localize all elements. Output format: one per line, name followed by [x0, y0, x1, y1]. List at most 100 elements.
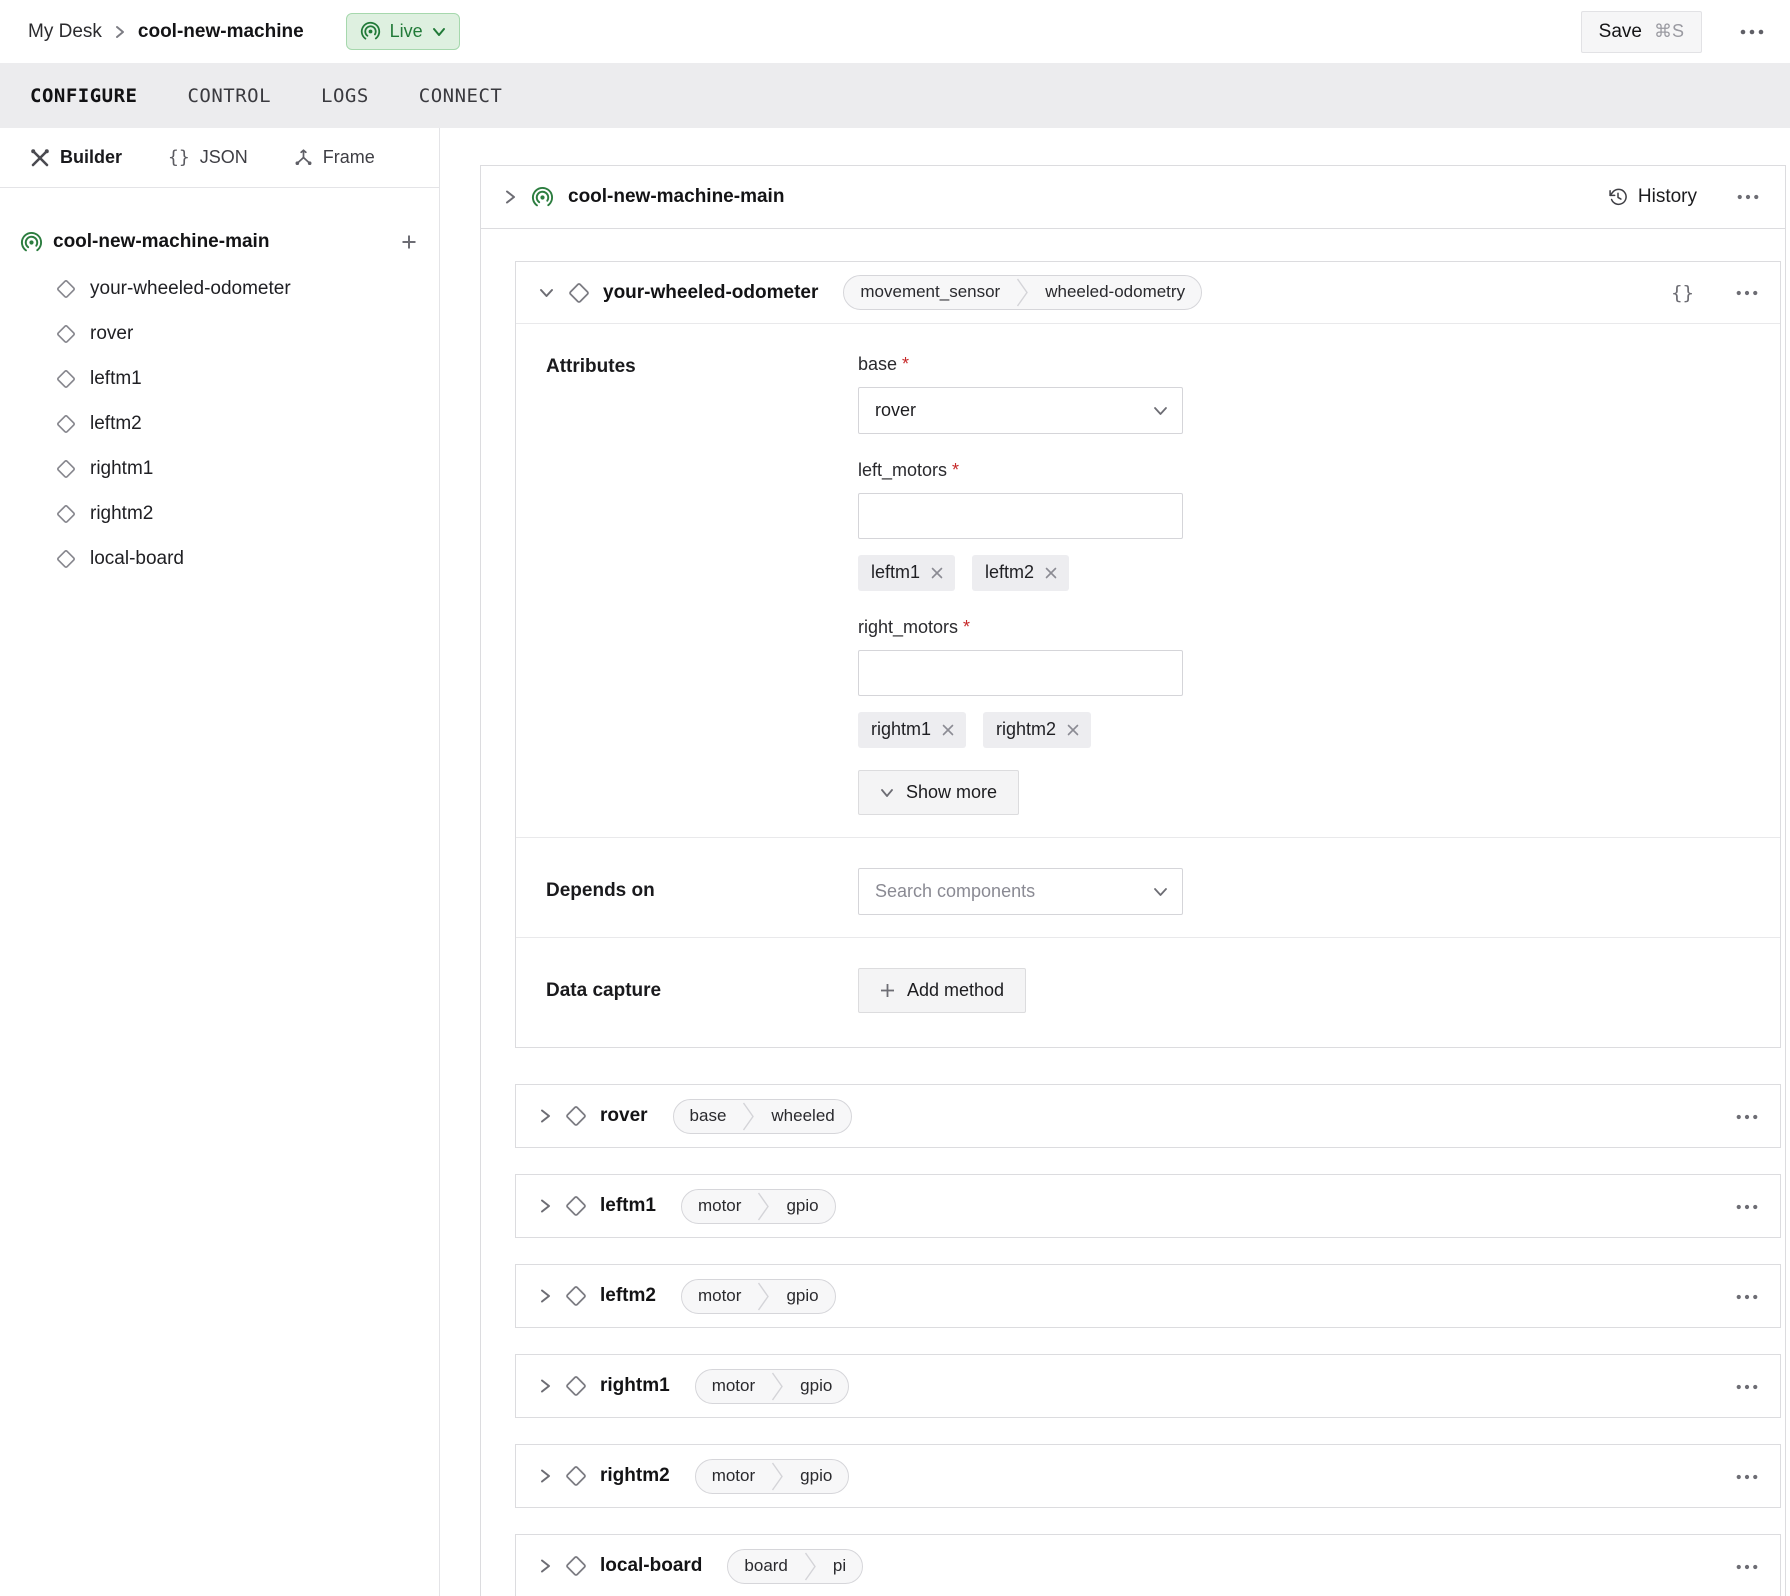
pill-separator-icon — [742, 1101, 755, 1132]
save-button[interactable]: Save ⌘S — [1581, 11, 1702, 53]
resource-row[interactable]: leftm2 motor gpio — [515, 1264, 1781, 1328]
row-overflow-menu-button[interactable] — [1736, 1564, 1758, 1570]
history-button[interactable]: History — [1608, 186, 1697, 208]
breadcrumb-chevron-icon — [114, 24, 126, 40]
row-overflow-menu-button[interactable] — [1736, 1384, 1758, 1390]
chevron-right-icon[interactable] — [538, 1377, 552, 1395]
data-capture-label: Data capture — [546, 968, 858, 1013]
add-method-label: Add method — [907, 980, 1004, 1001]
component-diamond-icon — [565, 1555, 587, 1577]
mode-builder[interactable]: Builder — [30, 147, 122, 168]
remove-chip-icon[interactable] — [942, 724, 954, 736]
main-area: cool-new-machine-main History — [440, 128, 1790, 1596]
tree-item[interactable]: leftm1 — [20, 356, 417, 401]
pill-type: motor — [682, 1280, 757, 1313]
resource-name: leftm2 — [600, 1285, 656, 1307]
machine-part-title: cool-new-machine-main — [568, 186, 784, 208]
live-status-dropdown[interactable]: Live — [346, 13, 460, 50]
mode-builder-label: Builder — [60, 147, 122, 168]
tab-configure[interactable]: CONFIGURE — [30, 85, 137, 107]
resource-row[interactable]: rightm1 motor gpio — [515, 1354, 1781, 1418]
component-diamond-icon — [565, 1465, 587, 1487]
row-overflow-menu-button[interactable] — [1736, 1294, 1758, 1300]
base-select[interactable]: rover — [858, 387, 1183, 434]
attributes-section-label: Attributes — [546, 354, 858, 815]
resource-row[interactable]: rightm2 motor gpio — [515, 1444, 1781, 1508]
motor-chip-label: leftm1 — [871, 562, 920, 583]
depends-on-select[interactable]: Search components — [858, 868, 1183, 915]
tree-item-label: your-wheeled-odometer — [90, 278, 291, 300]
pill-type: base — [674, 1100, 743, 1133]
chevron-right-icon[interactable] — [538, 1287, 552, 1305]
left-motors-input[interactable] — [858, 493, 1183, 539]
tree-item[interactable]: your-wheeled-odometer — [20, 266, 417, 311]
chevron-right-icon[interactable] — [538, 1557, 552, 1575]
type-pill: motor gpio — [695, 1369, 850, 1404]
tree-item-label: rightm2 — [90, 503, 153, 525]
part-overflow-menu-button[interactable] — [1737, 194, 1759, 200]
chevron-right-icon[interactable] — [538, 1107, 552, 1125]
resource-row[interactable]: leftm1 motor gpio — [515, 1174, 1781, 1238]
type-pill: board pi — [727, 1549, 863, 1584]
top-bar: My Desk cool-new-machine Live Save ⌘S — [0, 0, 1790, 63]
mode-frame-label: Frame — [323, 147, 375, 168]
chevron-down-icon[interactable] — [538, 287, 555, 299]
tree-root-machine-part[interactable]: cool-new-machine-main — [20, 222, 417, 262]
breadcrumb-parent[interactable]: My Desk — [28, 21, 102, 43]
tree-root-label: cool-new-machine-main — [53, 231, 269, 253]
motor-chip: leftm1 — [858, 555, 955, 591]
resource-name: rightm1 — [600, 1375, 670, 1397]
chevron-right-icon[interactable] — [503, 188, 517, 206]
remove-chip-icon[interactable] — [931, 567, 943, 579]
mode-frame[interactable]: Frame — [294, 147, 375, 168]
tab-connect[interactable]: CONNECT — [419, 85, 503, 107]
chevron-right-icon[interactable] — [538, 1467, 552, 1485]
mode-json[interactable]: {} JSON — [168, 147, 248, 168]
add-component-icon[interactable] — [401, 234, 417, 250]
component-diamond-icon — [56, 414, 76, 434]
history-icon — [1608, 187, 1628, 207]
component-diamond-icon — [565, 1105, 587, 1127]
motor-chip: rightm2 — [983, 712, 1091, 748]
pill-model: pi — [817, 1550, 862, 1583]
tree-item-label: leftm2 — [90, 413, 142, 435]
tree-item-label: rightm1 — [90, 458, 153, 480]
pill-separator-icon — [757, 1281, 770, 1312]
right-motors-input[interactable] — [858, 650, 1183, 696]
motor-chip-label: rightm1 — [871, 719, 931, 740]
tree-children: your-wheeled-odometer rover left — [20, 266, 417, 581]
remove-chip-icon[interactable] — [1067, 724, 1079, 736]
component-tree: cool-new-machine-main your-wheeled-odome… — [0, 188, 439, 581]
chevron-right-icon[interactable] — [538, 1197, 552, 1215]
tree-item[interactable]: leftm2 — [20, 401, 417, 446]
chevron-down-icon — [880, 788, 894, 798]
motor-chip-label: leftm2 — [985, 562, 1034, 583]
base-field: base* rover — [858, 354, 1183, 434]
show-more-button[interactable]: Show more — [858, 770, 1019, 815]
pill-model: wheeled — [755, 1100, 850, 1133]
braces-icon: {} — [168, 147, 190, 168]
pill-type: board — [728, 1550, 803, 1583]
tree-item[interactable]: rover — [20, 311, 417, 356]
overflow-menu-button[interactable] — [1740, 29, 1764, 35]
card-overflow-menu-button[interactable] — [1736, 290, 1758, 296]
tree-item[interactable]: local-board — [20, 536, 417, 581]
tree-item[interactable]: rightm2 — [20, 491, 417, 536]
resource-row[interactable]: rover base wheeled — [515, 1084, 1781, 1148]
pill-type: motor — [682, 1190, 757, 1223]
tab-control[interactable]: CONTROL — [187, 85, 271, 107]
tree-item[interactable]: rightm1 — [20, 446, 417, 491]
row-overflow-menu-button[interactable] — [1736, 1114, 1758, 1120]
broadcast-icon — [360, 21, 381, 42]
row-overflow-menu-button[interactable] — [1736, 1204, 1758, 1210]
pill-separator-icon — [771, 1461, 784, 1492]
component-diamond-icon — [565, 1375, 587, 1397]
add-method-button[interactable]: Add method — [858, 968, 1026, 1013]
tab-logs[interactable]: LOGS — [321, 85, 369, 107]
raw-json-icon[interactable]: {} — [1671, 282, 1694, 304]
pill-model: gpio — [784, 1460, 848, 1493]
row-overflow-menu-button[interactable] — [1736, 1474, 1758, 1480]
remove-chip-icon[interactable] — [1045, 567, 1057, 579]
resource-row[interactable]: local-board board pi — [515, 1534, 1781, 1596]
pill-separator-icon — [757, 1191, 770, 1222]
